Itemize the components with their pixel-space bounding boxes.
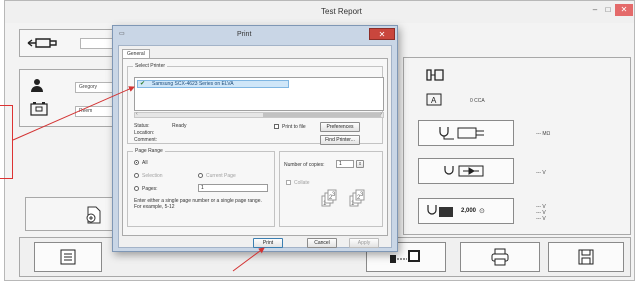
copies-label: Number of copies:: [284, 162, 325, 168]
copies-group: Number of copies: 1 ⇕ Collate 123123: [279, 151, 383, 227]
range-current-page-radio[interactable]: [198, 173, 203, 178]
preferences-button[interactable]: Preferences: [320, 122, 360, 132]
general-tab-pane: Select Printer ✔ Samsung SCX-4623 Series…: [122, 58, 388, 236]
diode-value: --- V: [536, 170, 546, 176]
annotation-callout-box: [0, 105, 13, 179]
app-title: Test Report: [321, 7, 362, 16]
save-disk-icon: [578, 249, 594, 265]
cca-value: 0 CCA: [470, 98, 485, 104]
battery-icon: [30, 102, 48, 121]
select-printer-label: Select Printer: [133, 63, 168, 69]
app-titlebar: Test Report – □ ✕: [5, 1, 634, 23]
usb-connection-icon[interactable]: [24, 34, 60, 52]
printer-icon: [491, 248, 509, 266]
print-button[interactable]: Print: [253, 238, 283, 248]
scroll-left-icon[interactable]: ‹: [136, 111, 138, 117]
printer-list-item[interactable]: ✔ Samsung SCX-4623 Series on ELVA: [137, 80, 289, 88]
svg-text:A: A: [431, 96, 437, 105]
dialog-body: General Select Printer ✔ Samsung SCX-462…: [118, 45, 392, 248]
collate-label: Collate: [294, 180, 310, 186]
dialog-close-button[interactable]: ✕: [369, 28, 395, 40]
range-selection-label: Selection: [142, 173, 163, 179]
apply-button: Apply: [349, 238, 379, 248]
stethoscope-motor-icon: [439, 127, 484, 140]
save-button-main[interactable]: [548, 242, 624, 272]
status-value: Ready: [172, 123, 187, 129]
stethoscope-diode-icon: [444, 165, 484, 177]
printer-list[interactable]: ✔ Samsung SCX-4623 Series on ELVA: [134, 77, 384, 111]
scroll-right-icon[interactable]: ›: [380, 111, 382, 117]
resistance-test-button[interactable]: [418, 120, 514, 146]
rpm-dial-icon: ⊙: [479, 208, 485, 215]
resistance-value: --- MΩ: [536, 131, 551, 137]
cancel-button[interactable]: Cancel: [307, 238, 337, 248]
find-printer-button[interactable]: Find Printer...: [320, 135, 360, 145]
report-list-icon: [60, 249, 76, 265]
dialog-title: Print: [237, 31, 252, 38]
pages-hint: Enter either a single page number or a s…: [134, 198, 262, 210]
page-range-label: Page Range: [133, 148, 165, 154]
copies-spinner[interactable]: ⇕: [356, 160, 364, 168]
measurement-panel: A 0 CCA --- MΩ --- V 2,000 ⊙ --- V --- V…: [403, 57, 631, 235]
copies-input[interactable]: 1: [336, 160, 354, 168]
print-dialog: ▭ Print ✕ General Select Printer ✔ Samsu…: [112, 25, 398, 252]
diode-test-button[interactable]: [418, 158, 514, 184]
printer-list-scrollbar[interactable]: ‹ ›: [134, 111, 384, 118]
print-button-main[interactable]: [460, 242, 540, 272]
close-button[interactable]: ✕: [615, 4, 633, 16]
status-label: Status:: [134, 123, 150, 129]
ripple-value-3: --- V: [536, 216, 546, 222]
range-all-label: All: [142, 160, 148, 166]
user-icon: [30, 78, 44, 97]
collate-pages-icon: 123123: [320, 188, 378, 215]
clamp-icon: [424, 68, 446, 87]
comment-label: Comment:: [134, 137, 158, 143]
battery-test-icon: A: [426, 92, 442, 111]
collate-checkbox[interactable]: [286, 180, 291, 185]
screenshot-stage: Test Report – □ ✕ Gregory Reem A 0 CCA -…: [0, 0, 637, 283]
print-to-file-checkbox[interactable]: [274, 124, 279, 129]
scrollbar-thumb[interactable]: [263, 113, 381, 117]
select-printer-group: Select Printer ✔ Samsung SCX-4623 Series…: [127, 63, 384, 145]
printer-small-icon: ▭: [119, 31, 125, 37]
dialog-titlebar: ▭ Print ✕: [113, 26, 397, 43]
range-pages-label: Pages:: [142, 186, 158, 192]
location-label: Location:: [134, 130, 155, 136]
page-range-group: Page Range All Selection Current Page Pa…: [127, 148, 275, 227]
maximize-button[interactable]: □: [602, 4, 614, 16]
stethoscope-engine-icon: [427, 205, 453, 217]
printer-name: Samsung SCX-4623 Series on ELVA: [152, 81, 234, 87]
report-list-button[interactable]: [34, 242, 102, 272]
range-selection-radio[interactable]: [134, 173, 139, 178]
range-current-page-label: Current Page: [206, 173, 236, 179]
rpm-value: 2,000: [461, 208, 477, 214]
range-all-radio[interactable]: [134, 160, 139, 165]
minimize-button[interactable]: –: [589, 4, 601, 16]
print-to-file-label: Print to file: [282, 124, 306, 130]
pages-input[interactable]: 1: [198, 184, 268, 192]
add-page-icon[interactable]: [84, 206, 102, 229]
default-printer-check-icon: ✔: [140, 81, 146, 87]
ripple-test-button[interactable]: 2,000 ⊙: [418, 198, 514, 224]
range-pages-radio[interactable]: [134, 186, 139, 191]
